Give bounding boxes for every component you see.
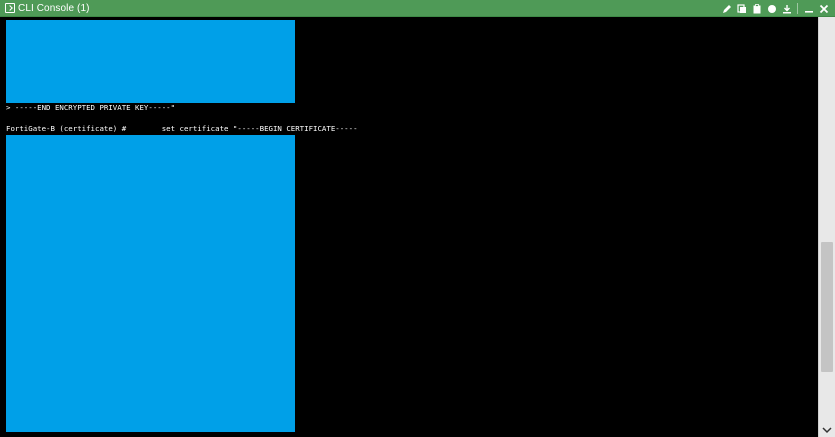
terminal-icon xyxy=(5,3,15,13)
vertical-scrollbar[interactable] xyxy=(818,17,835,437)
copy-icon[interactable] xyxy=(736,3,747,14)
close-icon[interactable] xyxy=(818,3,829,14)
minimize-icon[interactable] xyxy=(803,3,814,14)
record-icon[interactable] xyxy=(766,3,777,14)
redacted-certificate-block xyxy=(6,135,295,432)
redacted-private-key-block xyxy=(6,20,295,103)
window-title: CLI Console (1) xyxy=(18,3,90,14)
terminal-output[interactable]: > -----END ENCRYPTED PRIVATE KEY-----" F… xyxy=(0,17,818,437)
terminal-line-set-certificate: FortiGate-B (certificate) # set certific… xyxy=(6,124,358,133)
scrollbar-thumb[interactable] xyxy=(821,242,833,372)
terminal-line-end-private-key: > -----END ENCRYPTED PRIVATE KEY-----" xyxy=(6,103,176,112)
edit-icon[interactable] xyxy=(721,3,732,14)
clipboard-icon[interactable] xyxy=(751,3,762,14)
window-title-bar: CLI Console (1) xyxy=(0,0,835,17)
download-icon[interactable] xyxy=(781,3,792,14)
chevron-down-icon[interactable] xyxy=(822,426,832,434)
title-action-separator xyxy=(797,3,798,14)
title-actions xyxy=(721,2,829,15)
